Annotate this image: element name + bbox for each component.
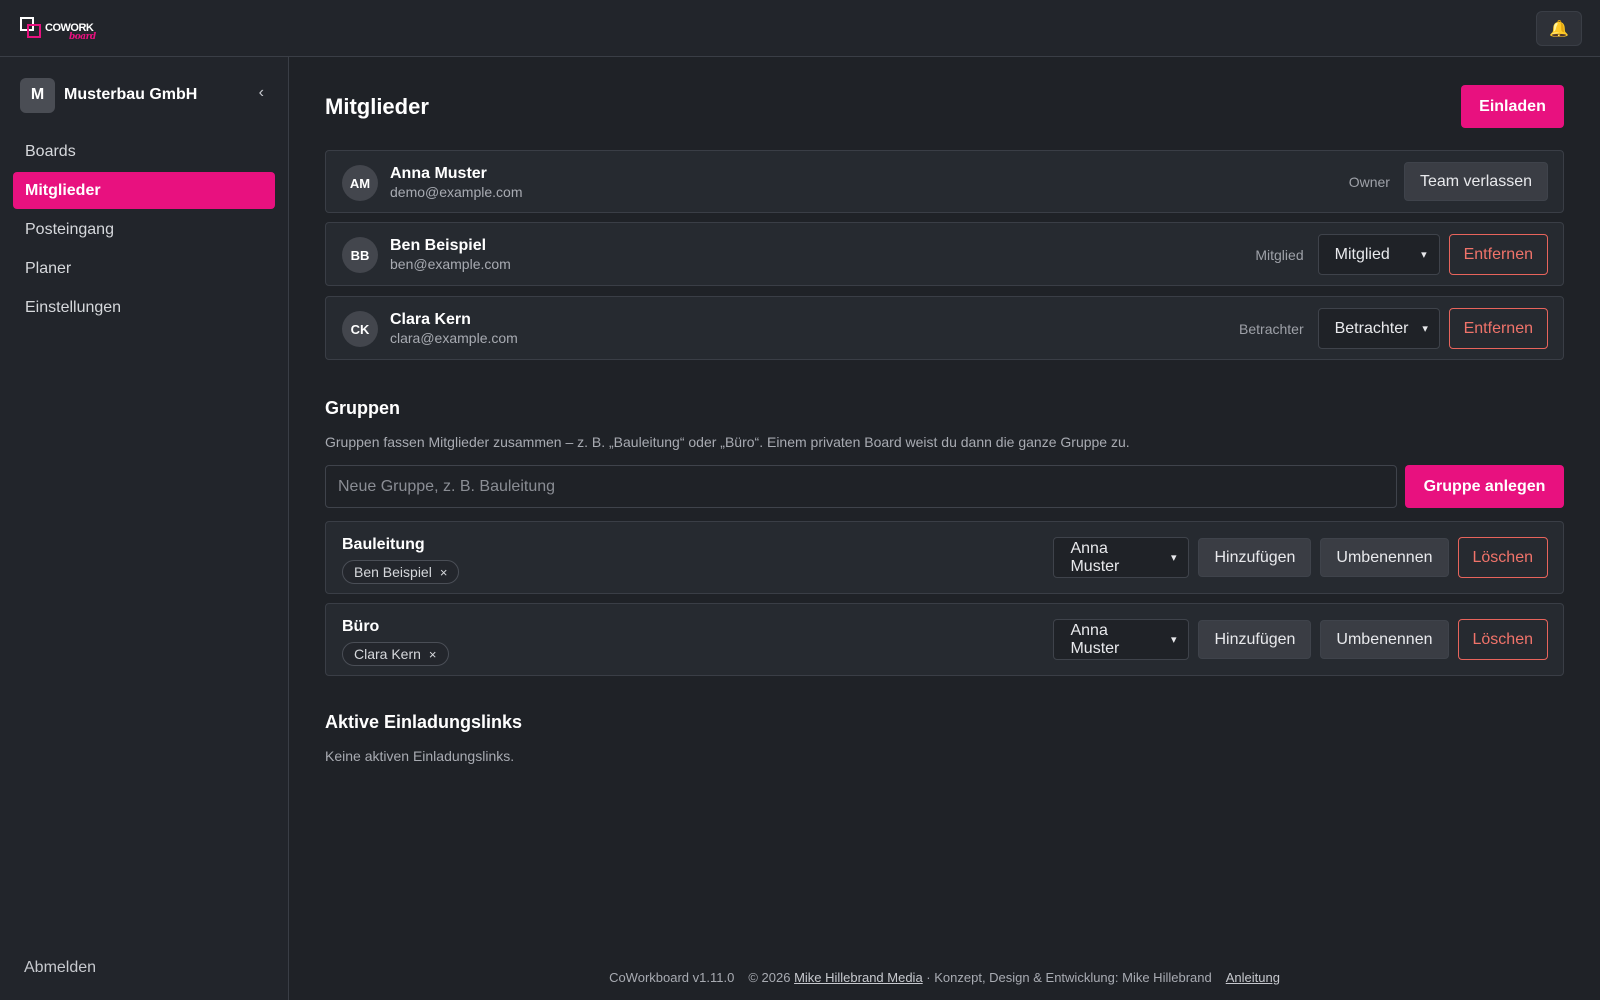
role-select-value: Mitglied (1334, 245, 1390, 263)
member-chip-label: Clara Kern (354, 646, 421, 662)
main-content: Mitglieder Einladen AM Anna Muster demo@… (289, 57, 1600, 1000)
remove-member-button[interactable]: Entfernen (1448, 308, 1548, 349)
chevron-down-icon: ▾ (1170, 552, 1177, 564)
member-row: AM Anna Muster demo@example.com Owner Te… (325, 150, 1564, 213)
delete-group-button[interactable]: Löschen (1457, 619, 1548, 660)
member-actions: Mitglied Mitglied ▾ Entfernen (1255, 234, 1548, 275)
group-row: Büro Clara Kern × Anna Muster ▾ Hinzufüg… (325, 603, 1564, 676)
group-name: Büro (342, 618, 380, 635)
member-name: Ben Beispiel (390, 237, 487, 254)
logo-text: COWORK board (45, 22, 96, 42)
invite-button[interactable]: Einladen (1461, 85, 1564, 128)
team-header: M Musterbau GmbH ‹ (20, 77, 270, 113)
member-email: demo@example.com (390, 184, 523, 200)
logout-link[interactable]: Abmelden (24, 959, 96, 977)
role-label: Owner (1348, 173, 1390, 190)
member-email: clara@example.com (390, 330, 518, 346)
member-name: Anna Muster (390, 165, 487, 182)
bell-icon: 🔔 (1549, 20, 1569, 38)
group-member-select[interactable]: Anna Muster ▾ (1053, 537, 1190, 578)
avatar: CK (342, 311, 378, 347)
member-row: BB Ben Beispiel ben@example.com Mitglied… (325, 222, 1564, 286)
group-actions: Anna Muster ▾ Hinzufügen Umbenennen Lösc… (1053, 619, 1548, 660)
group-member-select[interactable]: Anna Muster ▾ (1053, 619, 1190, 660)
new-group-input[interactable]: Neue Gruppe, z. B. Bauleitung (325, 465, 1397, 508)
role-select[interactable]: Mitglied ▾ (1317, 234, 1440, 275)
team-avatar: M (20, 77, 55, 113)
page-title: Mitglieder (325, 94, 429, 119)
create-group-button[interactable]: Gruppe anlegen (1405, 465, 1564, 508)
sidebar-item-boards[interactable]: Boards (13, 133, 275, 170)
member-chip: Clara Kern × (342, 642, 449, 666)
invites-empty-text: Keine aktiven Einladungslinks. (325, 748, 515, 764)
delete-group-button[interactable]: Löschen (1457, 537, 1548, 578)
role-select-value: Betrachter (1334, 319, 1409, 337)
logo-subtext: board (69, 32, 96, 42)
team-name: Musterbau GmbH (64, 86, 198, 103)
role-label: Betrachter (1239, 320, 1304, 337)
footer-company-link[interactable]: Mike Hillebrand Media (794, 970, 923, 985)
notifications-button[interactable]: 🔔 (1536, 11, 1582, 46)
member-chip-label: Ben Beispiel (354, 564, 432, 580)
leave-team-button[interactable]: Team verlassen (1403, 162, 1548, 201)
avatar: BB (342, 237, 378, 273)
group-member-select-value: Anna Muster (1070, 539, 1120, 575)
role-select[interactable]: Betrachter ▾ (1317, 308, 1440, 349)
sidebar-nav: Boards Mitglieder Posteingang Planer Ein… (13, 133, 275, 328)
rename-group-button[interactable]: Umbenennen (1320, 620, 1449, 659)
footer: CoWorkboard v1.11.0 © 2026 Mike Hillebran… (289, 970, 1600, 985)
groups-title: Gruppen (325, 398, 400, 418)
member-row: CK Clara Kern clara@example.com Betracht… (325, 296, 1564, 360)
sidebar-item-planer[interactable]: Planer (13, 250, 275, 287)
chevron-down-icon: ▾ (1170, 634, 1177, 646)
add-to-group-button[interactable]: Hinzufügen (1198, 620, 1312, 659)
group-row: Bauleitung Ben Beispiel × Anna Muster ▾ … (325, 521, 1564, 594)
footer-version: CoWorkboard v1.11.0 (609, 970, 735, 985)
group-member-select-value: Anna Muster (1070, 621, 1120, 657)
footer-credits: · Konzept, Design & Entwicklung: Mike Hi… (922, 970, 1212, 985)
sidebar-item-posteingang[interactable]: Posteingang (13, 211, 275, 248)
remove-member-button[interactable]: Entfernen (1448, 234, 1548, 275)
close-icon[interactable]: × (440, 565, 448, 580)
footer-copyright: © 2026 (748, 970, 795, 985)
close-icon[interactable]: × (429, 647, 437, 662)
footer-guide-link[interactable]: Anleitung (1226, 970, 1280, 985)
invites-title: Aktive Einladungslinks (325, 712, 523, 732)
sidebar-item-einstellungen[interactable]: Einstellungen (13, 289, 275, 326)
member-email: ben@example.com (390, 256, 511, 272)
avatar: AM (342, 165, 378, 201)
group-name: Bauleitung (342, 536, 425, 553)
member-chip: Ben Beispiel × (342, 560, 460, 584)
top-bar: COWORK board 🔔 (0, 0, 1600, 57)
sidebar-item-mitglieder[interactable]: Mitglieder (13, 172, 275, 209)
app-logo[interactable]: COWORK board (20, 17, 96, 42)
member-name: Clara Kern (390, 311, 471, 328)
groups-description: Gruppen fassen Mitglieder zusammen – z. … (325, 434, 1130, 450)
member-actions: Betrachter Betrachter ▾ Entfernen (1239, 308, 1548, 349)
role-label: Mitglied (1255, 246, 1304, 263)
chevron-down-icon: ▾ (1422, 323, 1428, 335)
collapse-sidebar-icon[interactable]: ‹ (259, 84, 264, 102)
member-actions: Owner Team verlassen (1349, 162, 1548, 201)
group-actions: Anna Muster ▾ Hinzufügen Umbenennen Lösc… (1053, 537, 1548, 578)
logo-mark-icon (20, 17, 42, 39)
add-to-group-button[interactable]: Hinzufügen (1198, 538, 1312, 577)
chevron-down-icon: ▾ (1421, 249, 1427, 261)
rename-group-button[interactable]: Umbenennen (1320, 538, 1449, 577)
sidebar: M Musterbau GmbH ‹ Boards Mitglieder Pos… (0, 57, 289, 1000)
